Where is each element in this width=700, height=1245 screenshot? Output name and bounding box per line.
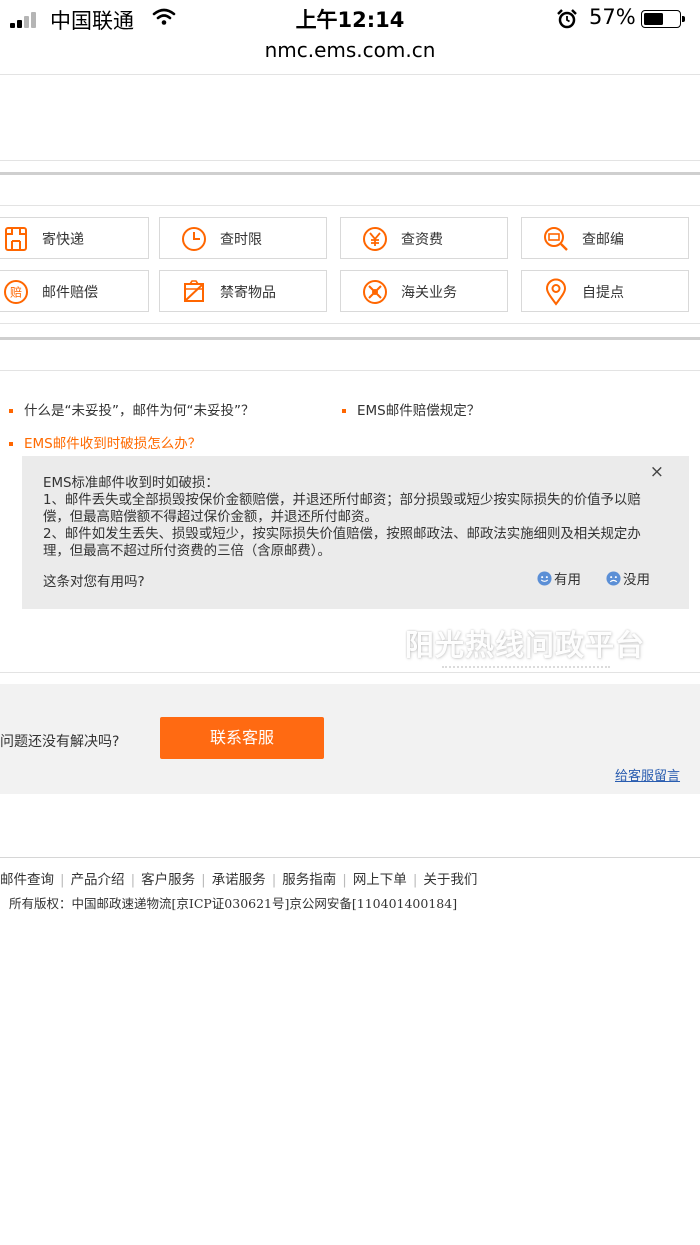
status-bar: 中国联通 上午12:14 57% nmc.ems.com.cn <box>0 0 700 62</box>
sad-face-icon <box>606 571 621 586</box>
section-divider <box>0 337 700 340</box>
divider <box>0 323 700 324</box>
contact-section: 问题还没有解决吗? 联系客服 给客服留言 <box>0 684 700 794</box>
contact-service-button[interactable]: 联系客服 <box>160 717 324 759</box>
service-check-time-limit[interactable]: 查时限 <box>159 217 327 259</box>
unresolved-question: 问题还没有解决吗? <box>0 734 120 750</box>
prohibited-items-icon <box>184 280 204 302</box>
faq-answer-text: EMS标准邮件收到时如破损： 1、邮件丢失或全部损毁按保价金额赔偿，并退还所付邮… <box>43 476 641 559</box>
footer-links: 邮件查询 | 产品介绍 | 客户服务 | 承诺服务 | 服务指南 | 网上下单 | 关于我们 <box>0 872 478 888</box>
faq-answer-panel: EMS标准邮件收到时如破损： 1、邮件丢失或全部损毁按保价金额赔偿，并退还所付邮… <box>22 456 689 609</box>
alarm-clock-icon <box>557 9 577 29</box>
divider <box>0 672 700 673</box>
helpful-yes-button[interactable]: 有用 <box>537 568 581 588</box>
location-pin-icon <box>545 278 567 306</box>
service-label: 寄快递 <box>42 232 84 248</box>
feedback-question: 这条对您有用吗? <box>43 574 145 590</box>
divider <box>0 205 700 206</box>
faq-item[interactable]: 什么是“未妥投”，邮件为何“未妥投”？ <box>9 399 254 419</box>
service-send-package[interactable]: 寄快递 <box>0 217 149 259</box>
close-icon[interactable]: × <box>650 462 664 482</box>
divider <box>0 160 700 161</box>
customs-icon <box>363 280 387 304</box>
service-label: 邮件赔偿 <box>42 285 98 301</box>
postcode-search-icon <box>544 227 568 251</box>
service-label: 自提点 <box>582 285 624 301</box>
divider <box>0 370 700 371</box>
service-prohibited-items[interactable]: 禁寄物品 <box>159 270 327 312</box>
watermark: 阳光热线问政平台 <box>405 628 646 662</box>
footer-link[interactable]: 承诺服务 <box>212 872 266 888</box>
service-label: 禁寄物品 <box>220 285 276 301</box>
footer-link[interactable]: 客户服务 <box>141 872 195 888</box>
yen-icon <box>363 227 387 251</box>
faq-item[interactable]: EMS邮件赔偿规定？ <box>342 399 480 419</box>
happy-face-icon <box>537 571 552 586</box>
footer-link[interactable]: 产品介绍 <box>71 872 125 888</box>
service-check-postcode[interactable]: 查邮编 <box>521 217 689 259</box>
service-compensation[interactable]: 赔 邮件赔偿 <box>0 270 149 312</box>
service-label: 查资费 <box>401 232 443 248</box>
clock-icon <box>182 227 206 251</box>
divider <box>0 857 700 858</box>
package-icon <box>5 227 27 251</box>
footer-link[interactable]: 邮件查询 <box>0 872 54 888</box>
compensation-icon: 赔 <box>4 280 28 304</box>
footer-link[interactable]: 服务指南 <box>282 872 336 888</box>
footer-link[interactable]: 关于我们 <box>423 872 477 888</box>
svg-text:赔: 赔 <box>10 285 22 300</box>
divider <box>0 74 700 75</box>
helpful-no-button[interactable]: 没用 <box>606 568 650 588</box>
section-divider <box>0 172 700 175</box>
service-customs[interactable]: 海关业务 <box>340 270 508 312</box>
battery-icon <box>641 10 685 28</box>
service-pickup-point[interactable]: 自提点 <box>521 270 689 312</box>
copyright-text: 所有版权：中国邮政速递物流[京ICP证030621号]京公网安备[1104014… <box>9 896 458 911</box>
footer-link[interactable]: 网上下单 <box>353 872 407 888</box>
service-label: 查时限 <box>220 232 262 248</box>
address-bar-url[interactable]: nmc.ems.com.cn <box>0 38 700 62</box>
service-label: 海关业务 <box>401 285 457 301</box>
battery-percentage: 57% <box>589 5 636 29</box>
service-check-postage[interactable]: 查资费 <box>340 217 508 259</box>
service-label: 查邮编 <box>582 232 624 248</box>
leave-message-link[interactable]: 给客服留言 <box>615 765 680 784</box>
faq-item-active[interactable]: EMS邮件收到时破损怎么办？ <box>9 432 201 452</box>
